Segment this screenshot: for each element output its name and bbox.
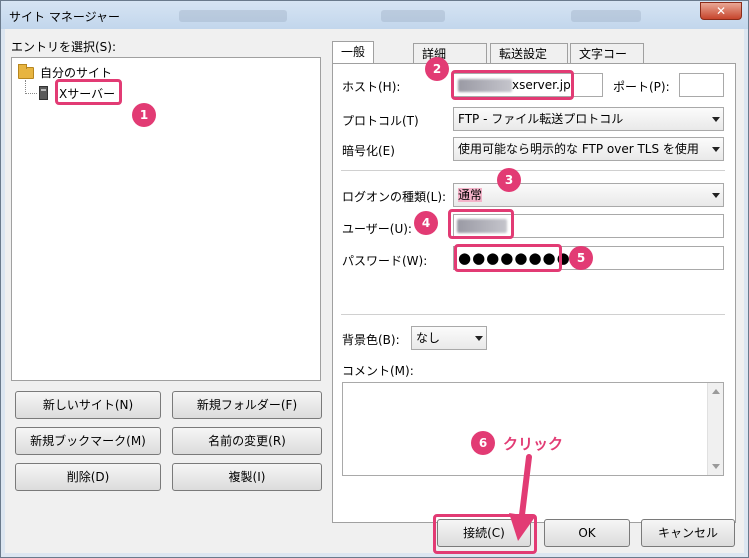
chevron-down-icon <box>712 193 720 198</box>
step-1-badge: 1 <box>132 103 156 127</box>
cancel-button[interactable]: キャンセル <box>641 519 735 547</box>
server-icon <box>39 86 48 100</box>
new-bookmark-button[interactable]: 新規ブックマーク(M) <box>15 427 161 455</box>
tree-line <box>25 80 26 94</box>
logon-type-select[interactable]: 通常 <box>453 183 724 207</box>
site-manager-window: サイト マネージャー ✕ エントリを選択(S): 自分のサイト Xサーバー 1 … <box>0 0 749 558</box>
bgcolor-value: なし <box>416 331 441 345</box>
highlight-box-1 <box>55 79 122 105</box>
bgcolor-label: 背景色(B): <box>342 333 400 347</box>
title-bar: サイト マネージャー ✕ <box>1 1 748 29</box>
step-6-badge: 6 <box>471 431 495 455</box>
logon-type-label: ログオンの種類(L): <box>342 190 447 204</box>
scroll-down-icon[interactable] <box>712 464 720 469</box>
background-ghost <box>381 10 445 22</box>
tree-line <box>25 93 37 94</box>
port-input[interactable] <box>679 73 724 97</box>
user-label: ユーザー(U): <box>342 222 412 236</box>
background-ghost <box>571 10 641 22</box>
delete-button[interactable]: 削除(D) <box>15 463 161 491</box>
new-site-button[interactable]: 新しいサイト(N) <box>15 391 161 419</box>
click-annotation-text: クリック <box>503 435 564 453</box>
divider <box>341 314 725 315</box>
background-ghost <box>179 10 287 22</box>
logon-type-value: 通常 <box>458 188 483 202</box>
encryption-select[interactable]: 使用可能なら明示的な FTP over TLS を使用 <box>453 137 724 161</box>
step-3-badge: 3 <box>497 168 521 192</box>
dialog-body: エントリを選択(S): 自分のサイト Xサーバー 1 新しいサイト(N) 新規フ… <box>5 29 744 554</box>
duplicate-button[interactable]: 複製(I) <box>172 463 322 491</box>
chevron-down-icon <box>712 117 720 122</box>
scroll-up-icon[interactable] <box>712 389 720 394</box>
chevron-down-icon <box>475 336 483 341</box>
step-4-badge: 4 <box>414 211 438 235</box>
highlight-box-4 <box>448 209 514 239</box>
site-tree[interactable]: 自分のサイト Xサーバー 1 <box>11 57 321 381</box>
tab-charset[interactable]: 文字コード <box>570 43 644 81</box>
bgcolor-select[interactable]: なし <box>411 326 487 350</box>
highlight-box-5 <box>454 244 562 272</box>
tab-advanced[interactable]: 詳細 <box>413 43 487 65</box>
step-5-badge: 5 <box>569 246 593 270</box>
chevron-down-icon <box>712 147 720 152</box>
protocol-label: プロトコル(T) <box>342 114 419 128</box>
step-2-badge: 2 <box>425 57 449 81</box>
scrollbar[interactable] <box>707 383 723 475</box>
encryption-label: 暗号化(E) <box>342 144 395 158</box>
new-folder-button[interactable]: 新規フォルダー(F) <box>172 391 322 419</box>
protocol-value: FTP - ファイル転送プロトコル <box>458 112 624 126</box>
rename-button[interactable]: 名前の変更(R) <box>172 427 322 455</box>
protocol-select[interactable]: FTP - ファイル転送プロトコル <box>453 107 724 131</box>
comment-label: コメント(M): <box>342 364 414 378</box>
folder-icon <box>18 64 34 79</box>
window-title: サイト マネージャー <box>9 10 120 24</box>
divider <box>341 170 725 171</box>
ok-button[interactable]: OK <box>544 519 630 547</box>
encryption-value: 使用可能なら明示的な FTP over TLS を使用 <box>458 142 699 156</box>
click-arrow-icon <box>509 454 535 541</box>
close-button[interactable]: ✕ <box>700 2 742 20</box>
host-label: ホスト(H): <box>342 80 401 94</box>
tab-transfer-settings[interactable]: 転送設定 <box>490 43 568 65</box>
password-label: パスワード(W): <box>342 254 428 268</box>
highlight-box-2 <box>451 70 574 100</box>
port-label: ポート(P): <box>613 80 670 94</box>
entry-select-label: エントリを選択(S): <box>11 40 117 54</box>
